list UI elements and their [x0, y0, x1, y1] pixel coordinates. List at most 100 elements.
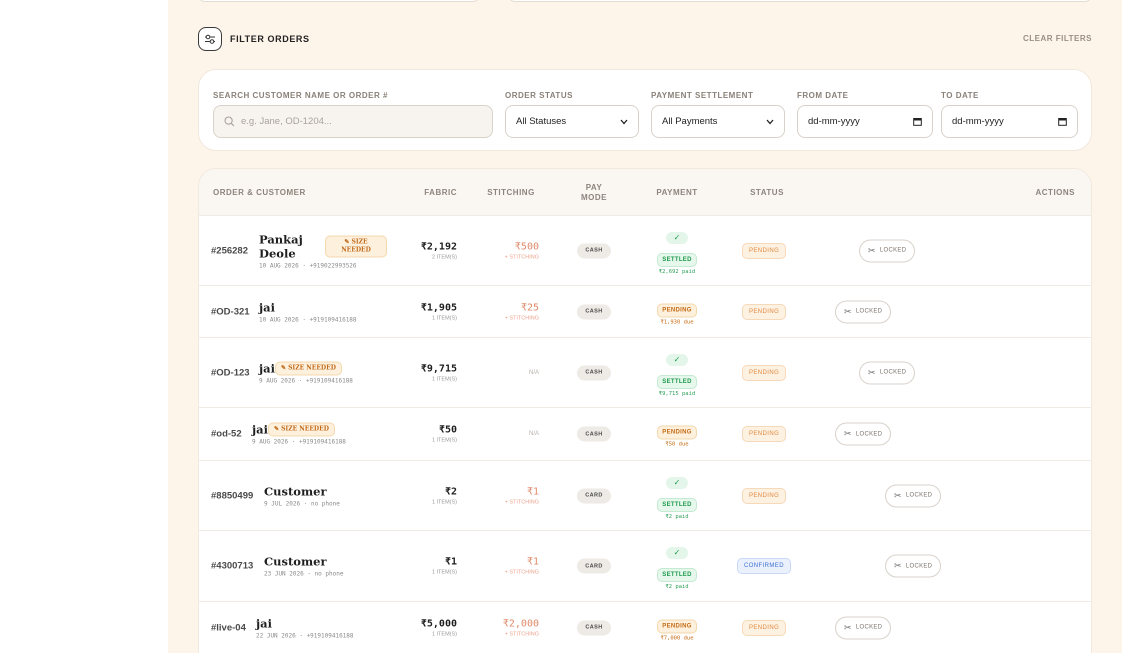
search-input[interactable]: e.g. Jane, OD-1204...	[213, 105, 493, 138]
payment-amount: ₹50 due	[665, 441, 689, 448]
order-id[interactable]: #OD-123	[211, 367, 250, 378]
table-row[interactable]: #8850499 Customer 9 JUL 2026 · no phone …	[199, 461, 1091, 531]
chevron-down-icon	[620, 119, 628, 124]
fabric-items: 1 ITEM(S)	[431, 631, 457, 637]
customer-cell: jai ✎ SIZE NEEDED 9 AUG 2026 · +91910941…	[259, 361, 353, 384]
payment-cell: ✓ SETTLED ₹9,715 paid	[642, 349, 712, 397]
table-row[interactable]: #256282 Pankaj Deole ✎ SIZE NEEDED 10 AU…	[199, 216, 1091, 286]
settled-check-icon: ✓	[666, 353, 688, 366]
to-date-label: TO DATE	[941, 91, 979, 100]
payment-amount: ₹2 paid	[665, 584, 689, 590]
pay-mode-badge: CASH	[577, 620, 611, 635]
col-order-customer: ORDER & CUSTOMER	[213, 187, 306, 197]
stitching-cell: ₹1 + STITCHING	[459, 486, 539, 505]
search-group: SEARCH CUSTOMER NAME OR ORDER # e.g. Jan…	[213, 91, 493, 138]
customer-name: jai	[259, 361, 275, 375]
locked-button[interactable]: ✂ LOCKED	[835, 422, 892, 446]
stitching-label: + STITCHING	[504, 499, 539, 505]
stitching-label: + STITCHING	[504, 254, 539, 260]
payment-status-badge: PENDING	[657, 425, 697, 440]
scissors-icon: ✂	[868, 367, 876, 377]
order-date-phone: 22 JUN 2026 · +919109416188	[256, 632, 354, 639]
orders-table: ORDER & CUSTOMER FABRIC STITCHING PAY MO…	[198, 168, 1092, 653]
scissors-icon: ✂	[844, 428, 852, 439]
payment-cell: PENDING ₹50 due	[642, 421, 712, 448]
customer-cell: Customer 9 JUL 2026 · no phone	[264, 484, 340, 507]
filter-title: FILTER ORDERS	[230, 34, 310, 44]
search-placeholder: e.g. Jane, OD-1204...	[241, 116, 332, 127]
locked-label: LOCKED	[855, 308, 883, 315]
payment-settlement-select[interactable]: All Payments	[651, 105, 785, 138]
order-status-badge: PENDING	[742, 619, 787, 636]
from-date-input[interactable]: dd-mm-yyyy	[797, 105, 933, 138]
customer-name: jai	[256, 616, 272, 630]
order-status-badge: PENDING	[742, 364, 787, 381]
stitching-label: + STITCHING	[504, 569, 539, 576]
stitching-amount: ₹1	[526, 486, 539, 497]
pay-mode-badge: CASH	[577, 365, 611, 380]
order-id[interactable]: #256282	[211, 245, 248, 256]
locked-button[interactable]: ✂ LOCKED	[859, 361, 916, 384]
calendar-icon	[1058, 118, 1067, 126]
payment-amount: ₹2 paid	[665, 513, 689, 520]
table-row[interactable]: #4300713 Customer 23 JUN 2026 · no phone…	[199, 531, 1091, 602]
from-date-label: FROM DATE	[797, 91, 849, 100]
scissors-icon: ✂	[894, 560, 902, 571]
fabric-amount: ₹1,905	[420, 302, 457, 313]
order-id[interactable]: #od-52	[211, 429, 242, 440]
scissors-icon: ✂	[894, 490, 902, 500]
locked-button[interactable]: ✂ LOCKED	[885, 554, 942, 578]
payment-cell: PENDING ₹1,930 due	[642, 298, 712, 325]
locked-label: LOCKED	[905, 563, 933, 569]
payment-amount: ₹1,930 due	[660, 319, 694, 325]
col-payment: PAYMENT	[656, 187, 698, 197]
payment-settlement-value: All Payments	[662, 116, 718, 127]
fabric-amount: ₹2	[444, 486, 457, 497]
table-row[interactable]: #live-04 jai 22 JUN 2026 · +919109416188…	[199, 602, 1091, 653]
size-needed-badge: ✎ SIZE NEEDED	[267, 422, 335, 437]
payment-settlement-group: PAYMENT SETTLEMENT All Payments	[651, 91, 785, 138]
order-id[interactable]: #OD-321	[211, 306, 250, 317]
order-status-badge: CONFIRMED	[737, 558, 791, 574]
fabric-items: 1 ITEM(S)	[431, 437, 457, 444]
to-date-input[interactable]: dd-mm-yyyy	[941, 105, 1078, 138]
order-date-phone: 10 AUG 2026 · +919022993526	[259, 262, 357, 269]
locked-label: LOCKED	[855, 624, 883, 631]
order-id[interactable]: #4300713	[211, 561, 253, 572]
filter-toggle-button[interactable]	[198, 27, 222, 51]
locked-button[interactable]: ✂ LOCKED	[835, 616, 892, 639]
payment-settlement-label: PAYMENT SETTLEMENT	[651, 91, 754, 100]
scissors-icon: ✂	[844, 306, 852, 316]
stitching-na: N/A	[528, 431, 539, 437]
fabric-items: 1 ITEM(S)	[431, 315, 457, 321]
pay-mode-badge: CASH	[577, 426, 611, 442]
order-id[interactable]: #live-04	[211, 622, 246, 633]
locked-button[interactable]: ✂ LOCKED	[885, 484, 942, 507]
pay-mode-badge: CASH	[577, 304, 611, 319]
table-row[interactable]: #OD-123 jai ✎ SIZE NEEDED 9 AUG 2026 · +…	[199, 338, 1091, 408]
customer-cell: Customer 23 JUN 2026 · no phone	[264, 555, 343, 578]
order-date-phone: 9 AUG 2026 · +919109416188	[252, 438, 346, 446]
order-status-label: ORDER STATUS	[505, 91, 573, 100]
order-date-phone: 23 JUN 2026 · no phone	[264, 570, 344, 578]
scissors-icon: ✂	[844, 622, 852, 632]
clear-filters-link[interactable]: CLEAR FILTERS	[1023, 34, 1092, 43]
order-id[interactable]: #8850499	[211, 490, 253, 501]
stitching-cell: N/A	[459, 370, 539, 376]
customer-cell: jai 22 JUN 2026 · +919109416188	[256, 616, 354, 639]
fabric-amount: ₹50	[438, 424, 457, 436]
payment-cell: ✓ SETTLED ₹2 paid	[642, 542, 712, 590]
pay-mode-badge: CARD	[577, 488, 611, 503]
locked-button[interactable]: ✂ LOCKED	[835, 300, 892, 323]
order-status-badge: PENDING	[742, 426, 787, 442]
locked-button[interactable]: ✂ LOCKED	[859, 239, 916, 262]
customer-name: jai	[252, 422, 268, 437]
pay-mode-badge: CARD	[577, 558, 611, 574]
order-status-group: ORDER STATUS All Statuses	[505, 91, 639, 138]
order-status-select[interactable]: All Statuses	[505, 105, 639, 138]
table-row[interactable]: #od-52 jai ✎ SIZE NEEDED 9 AUG 2026 · +9…	[199, 408, 1091, 461]
fabric-cell: ₹1 1 ITEM(S)	[367, 557, 457, 576]
table-row[interactable]: #OD-321 jai 10 AUG 2026 · +919109416188 …	[199, 286, 1091, 338]
order-status-badge: PENDING	[742, 303, 787, 320]
customer-name: Pankaj Deole	[259, 232, 303, 260]
